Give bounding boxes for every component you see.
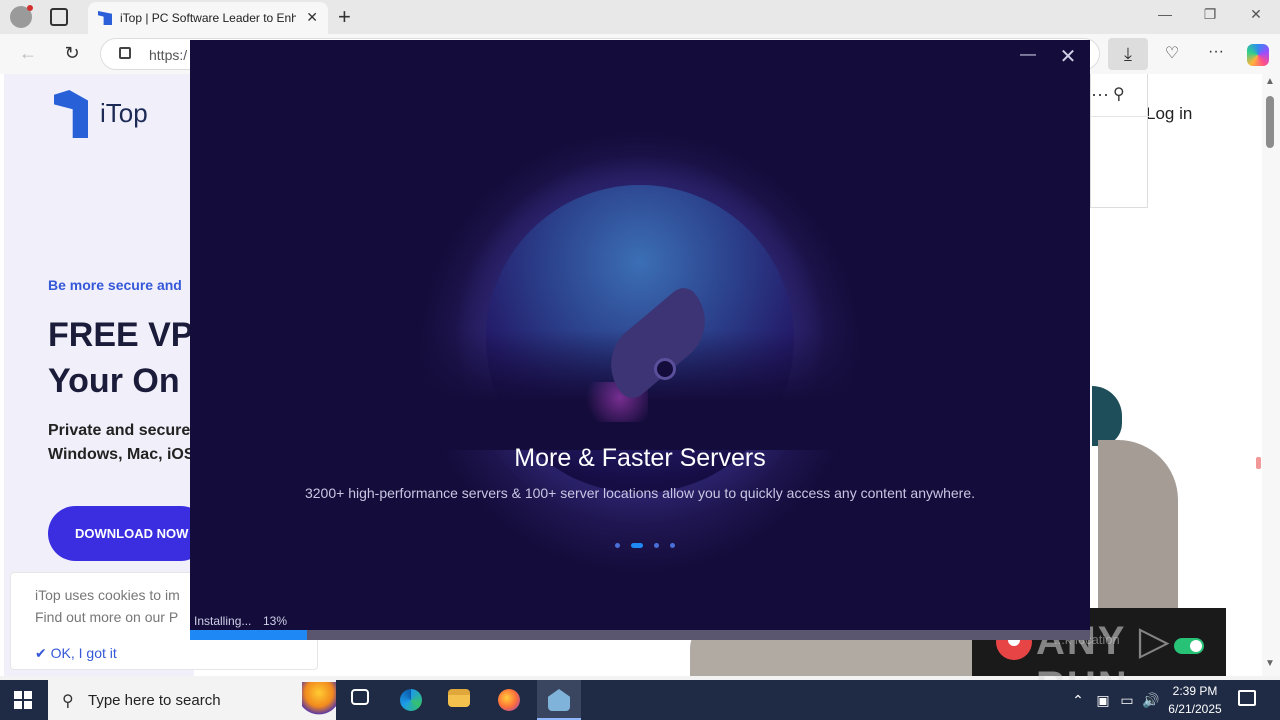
slide-title: More & Faster Servers: [514, 444, 766, 472]
downloads-button[interactable]: ⤓: [1108, 38, 1148, 70]
rocket-window: [654, 358, 676, 380]
window-minimize-button[interactable]: —: [1155, 6, 1175, 22]
tray-network-icon[interactable]: ▭: [1117, 692, 1137, 709]
new-tab-button[interactable]: +: [338, 4, 351, 30]
browser-tab-itop[interactable]: iTop | PC Software Leader to Enha ✕: [88, 2, 328, 34]
windows-start-icon[interactable]: [14, 691, 32, 709]
hero-headline-line2: Your On: [48, 362, 180, 400]
slide-dot[interactable]: [631, 543, 643, 548]
tab-title: iTop | PC Software Leader to Enha: [120, 11, 296, 25]
scroll-down-icon[interactable]: ▼: [1265, 658, 1275, 669]
edge-taskbar-button[interactable]: [389, 680, 433, 720]
browser-tab-bar: iTop | PC Software Leader to Enha ✕ + — …: [0, 0, 1280, 34]
folder-icon: [448, 689, 470, 707]
tray-volume-icon[interactable]: 🔊: [1141, 692, 1161, 709]
pin-icon[interactable]: ⚲: [1113, 84, 1125, 104]
installer-window: — ✕ More & Faster Servers 3200+ high-per…: [190, 40, 1090, 640]
page-scrollbar[interactable]: ▲ ▼: [1262, 74, 1280, 676]
file-explorer-taskbar-button[interactable]: [437, 680, 481, 720]
window-close-button[interactable]: ✕: [1246, 6, 1266, 23]
cookie-text-line2: Find out more on our P: [35, 609, 179, 625]
tray-chevron-icon[interactable]: ⌃: [1068, 692, 1088, 709]
window-maximize-button[interactable]: ❐: [1200, 6, 1220, 23]
install-progress-bar: [190, 630, 1090, 640]
url-text[interactable]: https:/: [149, 47, 187, 63]
search-placeholder[interactable]: Type here to search: [88, 692, 221, 709]
task-view-button[interactable]: [338, 680, 382, 720]
cookie-text-line1: iTop uses cookies to im: [35, 587, 180, 603]
cookie-ok-button[interactable]: ✔ OK, I got it: [35, 645, 117, 662]
slide-description: 3200+ high-performance servers & 100+ se…: [304, 485, 976, 501]
clock-time[interactable]: 2:39 PM: [1165, 684, 1225, 698]
task-view-icon: [351, 689, 369, 705]
person-shirt: [1092, 386, 1122, 446]
install-percent: 13%: [263, 614, 288, 628]
side-marker: [1256, 457, 1261, 469]
anyrun-toggle[interactable]: [1174, 638, 1204, 654]
search-icon: ⚲: [62, 693, 74, 710]
downloads-more-button[interactable]: ···: [1091, 84, 1109, 105]
copilot-icon[interactable]: [1247, 44, 1269, 66]
login-link[interactable]: Log in: [1146, 104, 1192, 124]
itop-favicon-icon: [98, 11, 112, 25]
installer-close-button[interactable]: ✕: [1058, 44, 1078, 69]
refresh-button[interactable]: ↻: [60, 43, 84, 64]
taskbar: ⚲ Type here to search ⌃ ▣ ▭ 🔊 2:39 PM 6/…: [0, 680, 1280, 720]
downloads-divider: [1091, 116, 1149, 117]
downloads-panel: ··· ⚲: [1090, 74, 1149, 208]
install-status: Installing...: [194, 614, 252, 628]
installer-icon: [548, 689, 570, 711]
firefox-taskbar-button[interactable]: [487, 680, 531, 720]
tray-security-icon[interactable]: ▣: [1093, 692, 1113, 709]
lock-icon[interactable]: [119, 47, 131, 59]
tab-actions-icon[interactable]: [50, 8, 68, 26]
profile-avatar[interactable]: [10, 5, 33, 28]
hero-tagline: Be more secure and: [48, 277, 182, 293]
notification-center-icon[interactable]: [1238, 690, 1256, 706]
firefox-icon: [498, 689, 520, 711]
desktop: iTop | PC Software Leader to Enha ✕ + — …: [0, 0, 1280, 720]
download-now-button[interactable]: DOWNLOAD NOW: [48, 506, 208, 561]
slide-dot[interactable]: [670, 543, 675, 548]
slide-dot[interactable]: [615, 543, 620, 548]
slide-dot[interactable]: [654, 543, 659, 548]
settings-more-button[interactable]: ···: [1204, 43, 1228, 61]
hero-subtext-line1: Private and secure: [48, 422, 191, 439]
back-button[interactable]: ←: [16, 43, 40, 64]
installer-taskbar-button[interactable]: [537, 680, 581, 720]
edge-icon: [400, 689, 422, 711]
hero-headline-line1: FREE VP: [48, 316, 194, 354]
hero-subtext-line2: Windows, Mac, iOS: [48, 446, 195, 463]
clock-date[interactable]: 6/21/2025: [1165, 702, 1225, 716]
heart-icon[interactable]: ♡: [1160, 43, 1184, 63]
taskbar-search-box[interactable]: ⚲ Type here to search: [48, 680, 336, 720]
install-progress-fill: [190, 630, 307, 640]
itop-logo-text[interactable]: iTop: [100, 98, 148, 129]
slide-indicator: [615, 543, 675, 549]
tab-close-icon[interactable]: ✕: [306, 9, 318, 26]
search-highlight-image: [302, 682, 336, 718]
scroll-up-icon[interactable]: ▲: [1265, 76, 1275, 87]
scroll-thumb[interactable]: [1266, 96, 1274, 148]
cookie-ok-label[interactable]: OK, I got it: [51, 645, 117, 661]
installer-minimize-button[interactable]: —: [1018, 46, 1038, 64]
